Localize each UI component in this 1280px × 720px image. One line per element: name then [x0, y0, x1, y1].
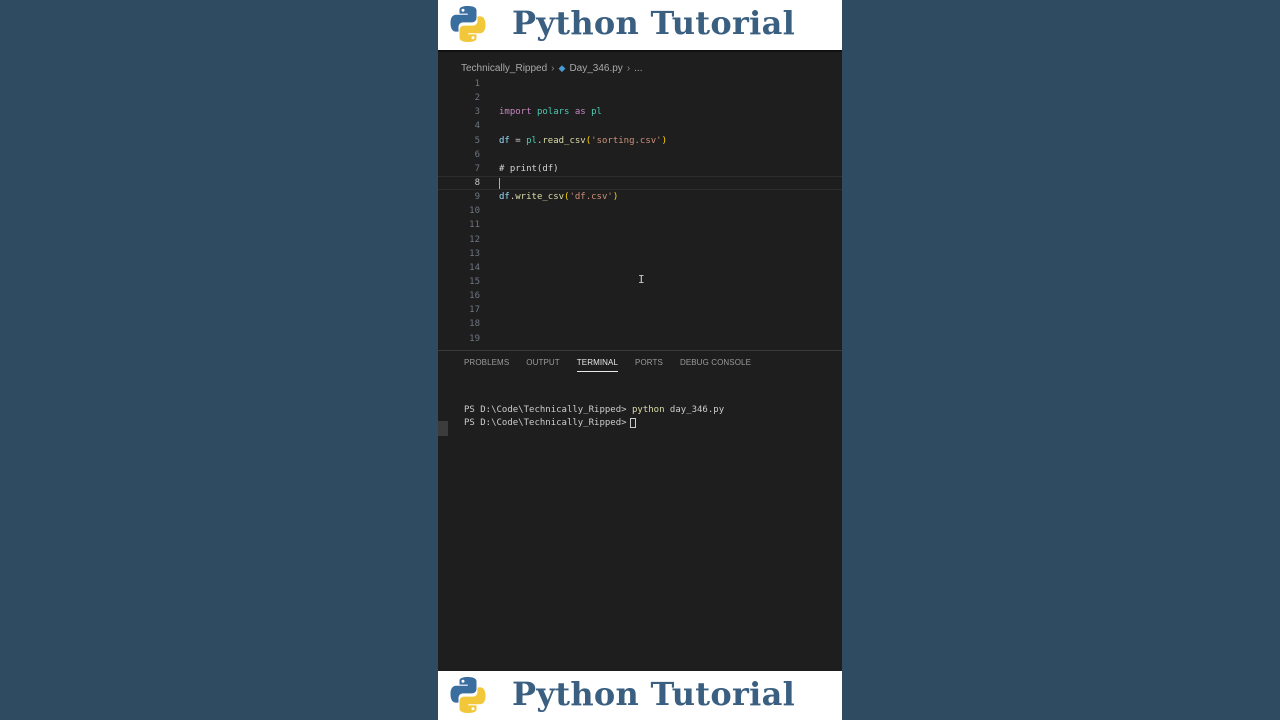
tab-ports[interactable]: PORTS — [635, 358, 663, 372]
code-area[interactable]: 1 2 3 import polars as pl 4 5 df = pl.re… — [438, 77, 842, 346]
line-number: 5 — [474, 135, 480, 146]
code-line: 12 — [438, 233, 842, 247]
top-banner: Python Tutorial — [438, 0, 842, 52]
code-line: 11 — [438, 218, 842, 232]
terminal[interactable]: PS D:\Code\Technically_Ripped> python da… — [464, 404, 724, 430]
panel-tabs: PROBLEMS OUTPUT TERMINAL PORTS DEBUG CON… — [464, 358, 768, 372]
code-line: 13 — [438, 247, 842, 261]
code-editor[interactable]: Technically_Ripped › ◆ Day_346.py › ... … — [438, 52, 842, 350]
code-line: 9 df.write_csv('df.csv') — [438, 190, 842, 204]
terminal-line: PS D:\Code\Technically_Ripped> python da… — [464, 405, 725, 415]
text-cursor — [499, 177, 500, 189]
line-number: 11 — [469, 220, 480, 231]
sidebar-indicator — [438, 421, 448, 436]
line-number: 9 — [474, 192, 480, 203]
code-line: 7 # print(df) — [438, 162, 842, 176]
code-text: df.write_csv('df.csv') — [499, 192, 619, 203]
terminal-cursor — [629, 417, 636, 428]
tab-debug-console[interactable]: DEBUG CONSOLE — [680, 358, 751, 372]
code-line: 17 — [438, 303, 842, 317]
line-number: 19 — [469, 333, 480, 344]
python-file-icon: ◆ — [558, 62, 566, 73]
terminal-line: PS D:\Code\Technically_Ripped> — [464, 417, 724, 430]
code-comment: # print(df) — [499, 163, 559, 174]
code-line: 2 — [438, 91, 842, 105]
code-line: 3 import polars as pl — [438, 105, 842, 119]
code-line: 16 — [438, 289, 842, 303]
code-line: 6 — [438, 148, 842, 162]
code-line: 10 — [438, 204, 842, 218]
video-frame: Python Tutorial Technically_Ripped › ◆ D… — [438, 0, 842, 720]
line-number: 12 — [469, 234, 480, 245]
code-line: 4 — [438, 119, 842, 133]
line-number: 14 — [469, 262, 480, 273]
tab-problems[interactable]: PROBLEMS — [464, 358, 509, 372]
breadcrumb-more[interactable]: ... — [634, 63, 642, 74]
banner-title: Python Tutorial — [512, 675, 796, 713]
mouse-ibeam-icon: I — [638, 273, 645, 286]
line-number: 18 — [469, 319, 480, 330]
code-line: 18 — [438, 317, 842, 331]
line-number: 3 — [474, 107, 480, 118]
bottom-banner: Python Tutorial — [438, 671, 842, 720]
line-number: 16 — [469, 291, 480, 302]
banner-title: Python Tutorial — [512, 4, 796, 42]
chevron-right-icon: › — [551, 62, 555, 74]
code-line: 1 — [438, 77, 842, 91]
line-number: 2 — [474, 93, 480, 104]
tab-output[interactable]: OUTPUT — [526, 358, 560, 372]
line-number: 8 — [474, 177, 480, 188]
bottom-panel: PROBLEMS OUTPUT TERMINAL PORTS DEBUG CON… — [438, 350, 842, 672]
breadcrumb-file[interactable]: Day_346.py — [569, 63, 622, 74]
python-logo-icon — [450, 6, 486, 42]
code-text: df = pl.read_csv('sorting.csv') — [499, 135, 668, 146]
python-logo-icon — [450, 677, 486, 713]
line-number: 7 — [474, 163, 480, 174]
tab-terminal[interactable]: TERMINAL — [576, 358, 619, 372]
code-line: 19 — [438, 332, 842, 346]
line-number: 17 — [469, 305, 480, 316]
line-number: 1 — [474, 79, 480, 89]
chevron-right-icon: › — [626, 62, 631, 74]
line-number: 6 — [474, 149, 480, 160]
code-line-current: 8 — [438, 175, 842, 191]
code-line: 5 df = pl.read_csv('sorting.csv') — [438, 134, 842, 148]
line-number: 10 — [469, 206, 480, 217]
line-number: 4 — [474, 121, 480, 132]
breadcrumb-folder[interactable]: Technically_Ripped — [461, 63, 547, 74]
code-text: import polars as pl — [499, 107, 602, 118]
line-number: 13 — [469, 248, 480, 259]
breadcrumb: Technically_Ripped › ◆ Day_346.py › ... — [461, 61, 643, 75]
line-number: 15 — [469, 276, 480, 287]
